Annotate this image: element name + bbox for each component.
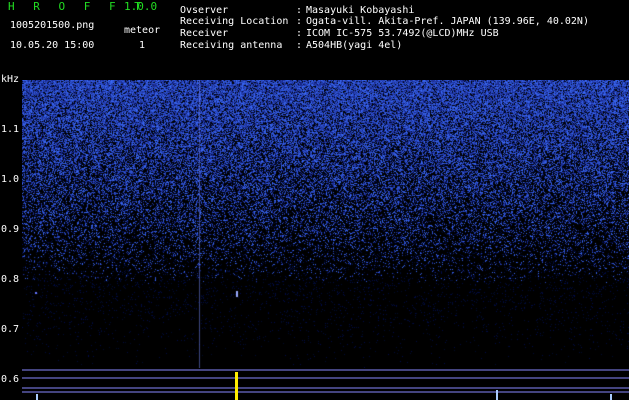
receiver-label: Receiver xyxy=(180,28,229,39)
app-version: 1.0.0 xyxy=(124,0,158,13)
observer-colon: : xyxy=(296,5,303,16)
spectrogram xyxy=(22,80,629,368)
timestamp: 10.05.20 15:00 xyxy=(10,40,95,51)
signal-bar xyxy=(36,394,38,400)
y-tick-label: 1.0 xyxy=(1,174,20,185)
signal-bar xyxy=(610,394,612,400)
antenna-colon: : xyxy=(296,40,303,51)
meteor-label: meteor xyxy=(124,25,161,36)
antenna-value: A504HB(yagi 4el) xyxy=(306,40,403,51)
signal-panel xyxy=(22,369,629,400)
location-colon: : xyxy=(296,16,303,27)
y-tick-label: 0.8 xyxy=(1,274,20,285)
receiver-value: ICOM IC-575 53.7492(@LCD)MHz USB xyxy=(306,28,499,39)
y-tick-label: 0.9 xyxy=(1,224,20,235)
observer-label: Ovserver xyxy=(180,5,229,16)
location-label: Receiving Location xyxy=(180,16,289,27)
antenna-label: Receiving antenna xyxy=(180,40,283,51)
observer-value: Masayuki Kobayashi xyxy=(306,5,415,16)
y-tick-label: 0.7 xyxy=(1,324,20,335)
receiver-colon: : xyxy=(296,28,303,39)
y-tick-label: 0.6 xyxy=(1,374,20,385)
y-axis-unit: kHz xyxy=(1,74,20,85)
y-tick-label: 1.1 xyxy=(1,124,20,135)
signal-bar xyxy=(496,390,498,400)
location-value: Ogata-vill. Akita-Pref. JAPAN (139.96E, … xyxy=(306,16,589,27)
file-name: 1005201500.png xyxy=(10,20,95,31)
meteor-count: 1 xyxy=(139,40,146,51)
meteor-signal-bar xyxy=(235,372,238,400)
